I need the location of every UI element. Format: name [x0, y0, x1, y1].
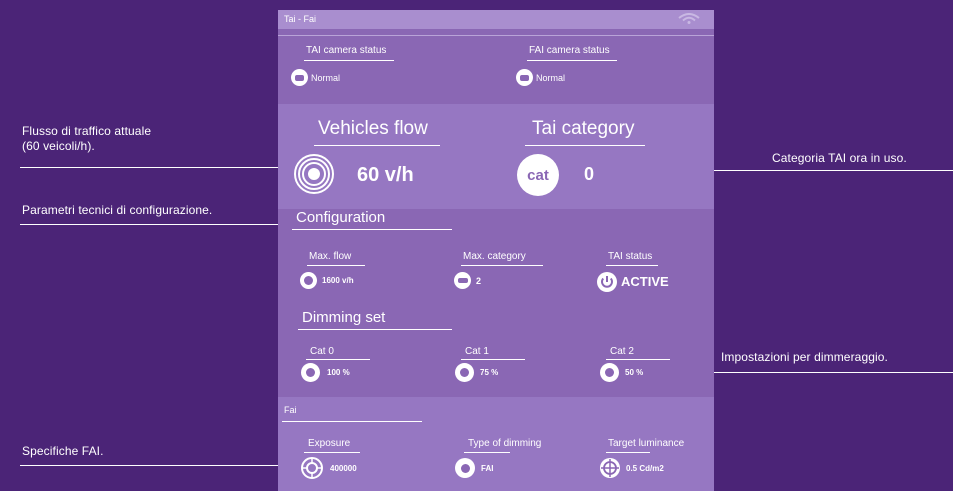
dimming-cat1-value: 75 % — [480, 368, 499, 377]
tai-camera-underline — [304, 60, 394, 61]
annotation-flow: Flusso di traffico attuale (60 veicoli/h… — [22, 124, 151, 154]
fai-camera-underline — [527, 60, 617, 61]
annotation-config-line — [20, 224, 278, 225]
annotation-fai-line — [20, 465, 290, 466]
dimmer-icon — [600, 363, 619, 382]
category-icon: cat — [517, 154, 559, 196]
target-luminance-value: 0.5 Cd/m2 — [626, 464, 664, 473]
vehicles-flow-value: 60 v/h — [357, 164, 414, 186]
panel-titlebar: Tai - Fai — [278, 10, 714, 29]
exposure-underline — [304, 452, 360, 453]
configuration-title: Configuration — [296, 209, 386, 226]
dimming-type-label: Type of dimming — [468, 438, 542, 449]
fai-camera-value: Normal — [536, 73, 566, 83]
dimming-cat2-underline — [606, 359, 670, 360]
dimming-type-value: FAI — [481, 464, 494, 473]
dimmer-icon — [455, 363, 474, 382]
dimming-cat1-label: Cat 1 — [465, 346, 489, 357]
dimming-cat0-label: Cat 0 — [310, 346, 334, 357]
max-flow-value: 1600 v/h — [322, 276, 354, 285]
fai-underline — [282, 421, 422, 422]
max-category-label: Max. category — [463, 251, 526, 262]
dimming-cat0-value: 100 % — [327, 368, 350, 377]
tai-status-underline — [606, 265, 658, 266]
tai-category-title: Tai category — [532, 118, 635, 139]
tai-category-underline — [525, 145, 645, 146]
tai-status-label: TAI status — [608, 251, 653, 262]
tai-camera-value: Normal — [311, 73, 341, 83]
fai-title: Fai — [284, 405, 297, 415]
dimming-cat1-underline — [461, 359, 525, 360]
configuration-underline — [292, 229, 452, 230]
flow-category-section: Vehicles flow 60 v/h Tai category cat 0 — [278, 104, 714, 209]
dimmer-icon — [301, 363, 320, 382]
annotation-dimming-line — [690, 372, 953, 373]
panel-title: Tai - Fai — [284, 14, 317, 24]
annotation-flow-line1: Flusso di traffico attuale — [22, 124, 152, 138]
dimming-cat0-underline — [306, 359, 370, 360]
wifi-icon — [678, 13, 700, 24]
max-category-underline — [461, 265, 543, 266]
dimmer-icon — [455, 458, 475, 478]
tai-status-value: ACTIVE — [621, 274, 669, 289]
exposure-label: Exposure — [308, 438, 351, 449]
dimming-set-title: Dimming set — [302, 309, 386, 326]
fai-camera-label: FAI camera status — [529, 45, 610, 56]
camera-icon — [516, 69, 533, 86]
vehicles-flow-title: Vehicles flow — [318, 118, 428, 139]
annotation-flow-line — [20, 167, 282, 168]
max-flow-label: Max. flow — [309, 251, 352, 262]
vehicles-flow-underline — [314, 145, 440, 146]
annotation-fai: Specifiche FAI. — [22, 444, 104, 458]
dimming-set-underline — [298, 329, 452, 330]
speedometer-icon — [294, 154, 334, 194]
target-luminance-underline — [606, 452, 650, 453]
tai-camera-label: TAI camera status — [306, 45, 387, 56]
annotation-flow-line2: (60 veicoli/h). — [22, 139, 95, 153]
annotation-category-line — [690, 170, 953, 171]
fai-section: Fai Exposure 400000 Type of dimming FAI … — [278, 397, 714, 491]
dimming-cat2-value: 50 % — [625, 368, 644, 377]
tai-fai-panel: Tai - Fai TAI camera status Normal FAI c… — [278, 10, 714, 491]
category-icon-text: cat — [527, 166, 549, 184]
titlebar-separator — [278, 35, 714, 36]
annotation-config: Parametri tecnici di configurazione. — [22, 203, 213, 217]
flow-icon — [300, 272, 317, 289]
power-icon — [597, 272, 617, 292]
tai-category-value: 0 — [584, 164, 595, 184]
max-flow-underline — [307, 265, 365, 266]
target-icon — [600, 458, 620, 478]
camera-icon — [291, 69, 308, 86]
dimming-cat2-label: Cat 2 — [610, 346, 634, 357]
aperture-icon — [301, 457, 323, 479]
exposure-value: 400000 — [330, 464, 357, 473]
category-small-icon — [454, 272, 471, 289]
annotation-category: Categoria TAI ora in uso. — [772, 151, 907, 165]
annotation-dimming: Impostazioni per dimmeraggio. — [721, 350, 888, 364]
max-category-value: 2 — [476, 276, 482, 286]
target-luminance-label: Target luminance — [608, 438, 685, 449]
dimming-type-underline — [464, 452, 510, 453]
